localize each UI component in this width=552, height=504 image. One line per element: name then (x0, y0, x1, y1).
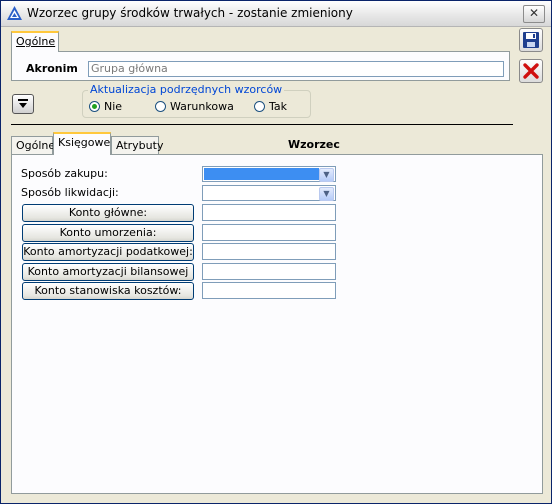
tab-label: Ogólne (16, 35, 56, 48)
selection-highlight (204, 168, 319, 180)
radio-tak[interactable]: Tak (254, 100, 287, 113)
cost-center-account-button[interactable]: Konto stanowiska kosztów: (22, 282, 194, 300)
radio-unchecked-icon (155, 101, 166, 112)
red-x-icon (523, 63, 539, 79)
tab-attributes[interactable]: Atrybuty (111, 136, 163, 155)
depreciation-account-button[interactable]: Konto umorzenia: (22, 224, 194, 242)
section-title: Wzorzec (288, 138, 340, 151)
window-title: Wzorzec grupy środków trwałych - zostani… (27, 6, 353, 20)
tax-amortization-account-field[interactable] (202, 243, 336, 260)
accounting-panel: Sposób zakupu: ▼ Sposób likwidacji: ▼ Ko… (11, 154, 543, 494)
akronim-panel: Akronim Grupa główna (11, 51, 510, 81)
window-close-button[interactable]: ✕ (523, 5, 545, 23)
radio-nie[interactable]: Nie (89, 100, 122, 113)
radio-warunkowa[interactable]: Warunkowa (155, 100, 234, 113)
cancel-button[interactable] (519, 59, 543, 83)
main-account-button[interactable]: Konto główne: (22, 204, 194, 222)
purchase-method-select[interactable]: ▼ (202, 166, 336, 182)
save-button[interactable] (519, 28, 543, 52)
tab-general-top[interactable]: Ogólne (11, 31, 59, 52)
depreciation-account-field[interactable] (202, 224, 336, 241)
tab-label: Atrybuty (116, 139, 164, 152)
tax-amortization-account-button[interactable]: Konto amortyzacji podatkowej: (22, 243, 194, 261)
balance-amortization-account-field[interactable] (202, 263, 336, 280)
group-title: Aktualizacja podrzędnych wzorców (88, 83, 285, 96)
radio-label: Nie (104, 100, 123, 113)
tab-label: Księgowe (58, 136, 111, 149)
akronim-label: Akronim (26, 62, 78, 75)
liquidation-method-label: Sposób likwidacji: (21, 186, 119, 199)
tab-general[interactable]: Ogólne (11, 136, 56, 155)
radio-unchecked-icon (254, 101, 265, 112)
client-area: Ogólne Akronim Grupa główna Aktualizacja… (1, 27, 551, 503)
tab-accounting[interactable]: Księgowe (53, 132, 111, 155)
chevron-down-icon[interactable]: ▼ (319, 187, 334, 201)
dialog-window: Wzorzec grupy środków trwałych - zostani… (0, 0, 552, 504)
update-subtemplates-group: Aktualizacja podrzędnych wzorców Nie War… (82, 83, 311, 118)
cost-center-account-field[interactable] (202, 282, 336, 299)
purchase-method-label: Sposób zakupu: (21, 167, 108, 180)
radio-label: Tak (269, 100, 288, 113)
arrow-down-icon (18, 99, 28, 108)
separator-line (11, 124, 513, 125)
balance-amortization-account-button[interactable]: Konto amortyzacji bilansowej (22, 263, 194, 281)
select-value (204, 187, 319, 199)
expand-button[interactable] (12, 94, 34, 114)
radio-label: Warunkowa (170, 100, 234, 113)
liquidation-method-select[interactable]: ▼ (202, 185, 336, 201)
close-icon: ✕ (528, 6, 540, 20)
main-account-field[interactable] (202, 204, 336, 221)
app-logo-icon (7, 6, 22, 20)
akronim-input[interactable]: Grupa główna (88, 61, 504, 77)
title-bar[interactable]: Wzorzec grupy środków trwałych - zostani… (1, 1, 551, 27)
floppy-disk-icon (523, 32, 539, 48)
tab-label: Ogólne (16, 139, 56, 152)
radio-checked-icon (89, 101, 100, 112)
chevron-down-icon[interactable]: ▼ (319, 168, 334, 182)
